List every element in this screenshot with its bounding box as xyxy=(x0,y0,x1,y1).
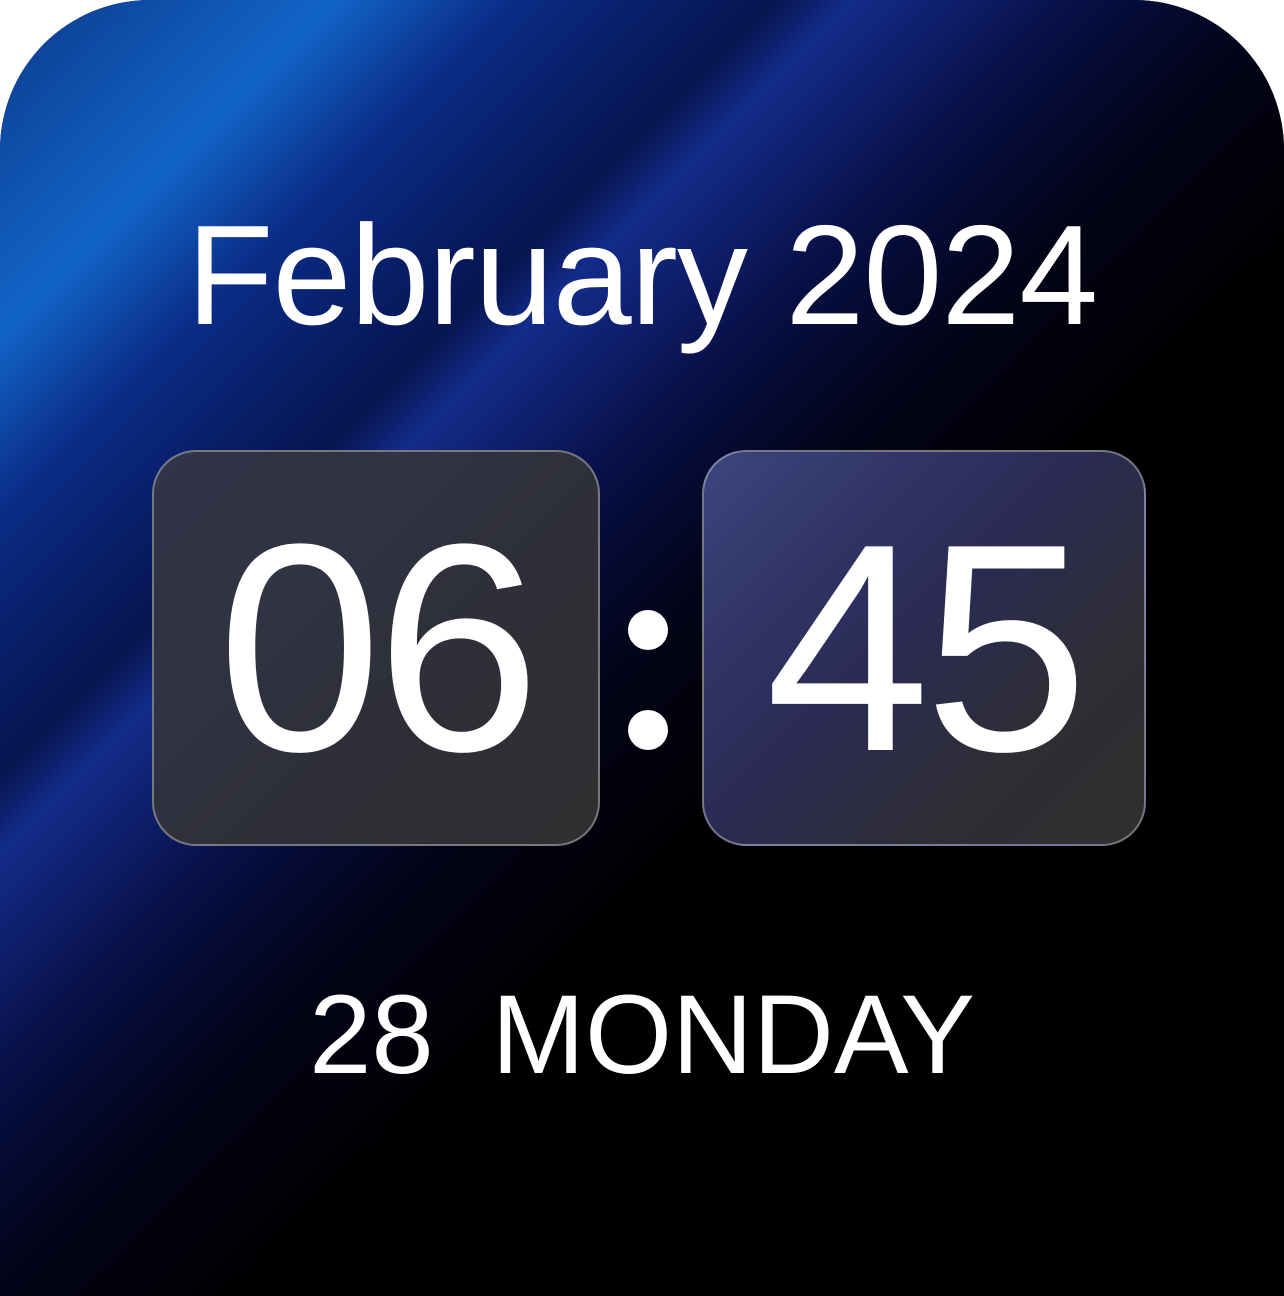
day-number: 28 xyxy=(309,972,434,1097)
colon-dot-top xyxy=(628,610,668,650)
minutes-tile: 45 xyxy=(702,450,1146,846)
clock-widget[interactable]: February 2024 06 45 28 MONDAY xyxy=(0,0,1284,1296)
month-year-label: February 2024 xyxy=(186,196,1099,355)
time-separator xyxy=(620,600,680,760)
hours-tile: 06 xyxy=(152,450,600,846)
colon-dot-bottom xyxy=(628,710,668,750)
weekday-label: MONDAY xyxy=(491,972,975,1097)
day-line: 28 MONDAY xyxy=(0,970,1284,1100)
